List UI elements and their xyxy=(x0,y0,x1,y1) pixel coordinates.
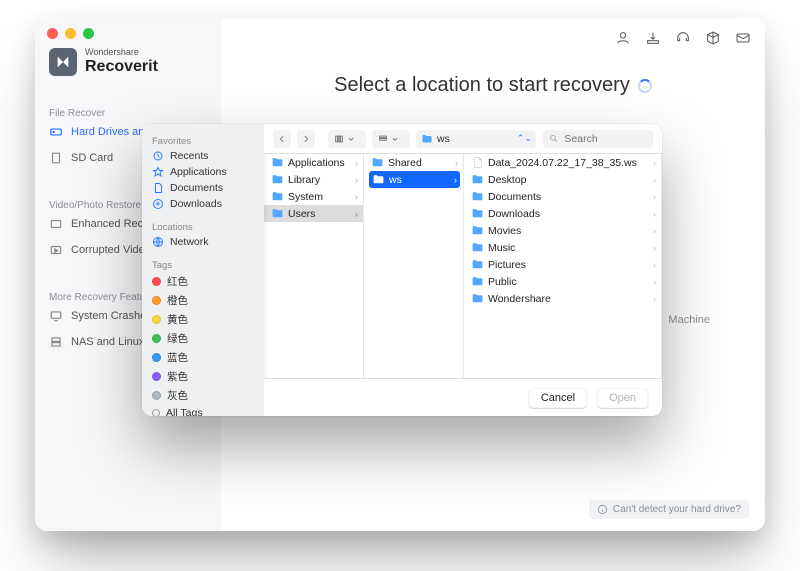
tag-red[interactable]: 红色 xyxy=(142,272,264,291)
nav-forward-button[interactable] xyxy=(297,130,315,148)
view-mode-button[interactable] xyxy=(328,130,366,148)
sidebar-item-documents[interactable]: Documents xyxy=(142,180,264,196)
column-2[interactable]: Shared›ws› xyxy=(364,154,464,378)
support-icon[interactable] xyxy=(675,30,691,46)
dialog-toolbar: ws ⌃⌄ xyxy=(264,124,662,154)
browser-row[interactable]: Downloads› xyxy=(464,205,661,222)
search-field[interactable] xyxy=(543,130,653,148)
browser-row[interactable]: ws› xyxy=(369,171,460,188)
browser-row[interactable]: Wondershare› xyxy=(464,290,661,307)
tag-gray[interactable]: 灰色 xyxy=(142,386,264,405)
minimize-icon[interactable] xyxy=(65,28,76,39)
browser-row[interactable]: Pictures› xyxy=(464,256,661,273)
window-traffic-lights[interactable] xyxy=(47,28,94,39)
browser-row[interactable]: Desktop› xyxy=(464,171,661,188)
section-file-recover: File Recover xyxy=(35,108,164,119)
sidebar-item-downloads[interactable]: Downloads xyxy=(142,196,264,212)
browser-row[interactable]: Documents› xyxy=(464,188,661,205)
background-card-text: Machine xyxy=(668,314,710,326)
browser-row[interactable]: Movies› xyxy=(464,222,661,239)
column-browser: Applications›Library›System›Users› Share… xyxy=(264,154,662,378)
sidebar-group-tags: Tags xyxy=(142,256,264,272)
browser-row[interactable]: Data_2024.07.22_17_38_35.ws› xyxy=(464,154,661,171)
cant-detect-drive-chip[interactable]: Can't detect your hard drive? xyxy=(589,500,749,519)
loading-spinner-icon xyxy=(638,79,652,93)
browser-row[interactable]: System› xyxy=(264,188,363,205)
browser-row[interactable]: Shared› xyxy=(364,154,463,171)
path-dropdown[interactable]: ws ⌃⌄ xyxy=(416,130,536,148)
column-3[interactable]: Data_2024.07.22_17_38_35.ws›Desktop›Docu… xyxy=(464,154,662,378)
tag-blue[interactable]: 蓝色 xyxy=(142,348,264,367)
group-button[interactable] xyxy=(372,130,410,148)
search-input[interactable] xyxy=(562,132,647,146)
app-logo: Wondershare Recoverit xyxy=(49,48,158,76)
tag-orange[interactable]: 橙色 xyxy=(142,291,264,310)
import-icon[interactable] xyxy=(645,30,661,46)
sidebar-item-recents[interactable]: Recents xyxy=(142,148,264,164)
brand-sub: Wondershare xyxy=(85,48,158,58)
top-toolbar xyxy=(615,30,751,46)
page-title: Select a location to start recovery xyxy=(221,74,765,97)
browser-row[interactable]: Applications› xyxy=(264,154,363,171)
nav-back-button[interactable] xyxy=(273,130,291,148)
dialog-main: ws ⌃⌄ Applications›Library›System›Users›… xyxy=(264,124,662,416)
browser-row[interactable]: Public› xyxy=(464,273,661,290)
close-icon[interactable] xyxy=(47,28,58,39)
dialog-sidebar: Favorites Recents Applications Documents… xyxy=(142,124,264,416)
tag-green[interactable]: 绿色 xyxy=(142,329,264,348)
sidebar-group-locations: Locations xyxy=(142,218,264,234)
account-icon[interactable] xyxy=(615,30,631,46)
tag-purple[interactable]: 紫色 xyxy=(142,367,264,386)
tag-yellow[interactable]: 黄色 xyxy=(142,310,264,329)
tag-all[interactable]: All Tags xyxy=(142,405,264,416)
zoom-icon[interactable] xyxy=(83,28,94,39)
column-1[interactable]: Applications›Library›System›Users› xyxy=(264,154,364,378)
mail-icon[interactable] xyxy=(735,30,751,46)
open-dialog: Favorites Recents Applications Documents… xyxy=(142,124,662,416)
cube-icon[interactable] xyxy=(705,30,721,46)
open-button[interactable]: Open xyxy=(597,388,648,408)
sidebar-group-favorites: Favorites xyxy=(142,132,264,148)
browser-row[interactable]: Library› xyxy=(264,171,363,188)
browser-row[interactable]: Music› xyxy=(464,239,661,256)
brand-main: Recoverit xyxy=(85,58,158,76)
cancel-button[interactable]: Cancel xyxy=(529,388,587,408)
browser-row[interactable]: Users› xyxy=(264,205,363,222)
dialog-footer: Cancel Open xyxy=(264,378,662,416)
sidebar-item-network[interactable]: Network xyxy=(142,234,264,250)
sidebar-item-applications[interactable]: Applications xyxy=(142,164,264,180)
